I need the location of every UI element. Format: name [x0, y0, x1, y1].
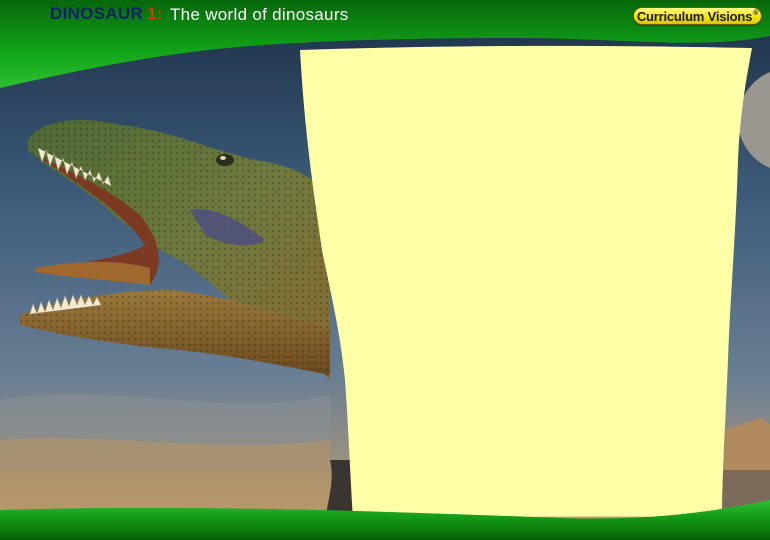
logo-label: Curriculum Visions® [636, 8, 759, 24]
logo-text: Curriculum Visions [636, 8, 753, 24]
page-title: The world of dinosaurs [170, 5, 349, 24]
content-panel [300, 45, 752, 520]
dinosaur-scene [0, 0, 770, 540]
curriculum-visions-logo-button[interactable]: Curriculum Visions® [633, 7, 762, 25]
unit-number: 1: [147, 4, 163, 23]
subject-label: DINOSAUR [50, 4, 144, 23]
slide-stage: DINOSAUR 1: The world of dinosaurs Curri… [0, 0, 770, 540]
registered-mark: ® [753, 10, 759, 18]
